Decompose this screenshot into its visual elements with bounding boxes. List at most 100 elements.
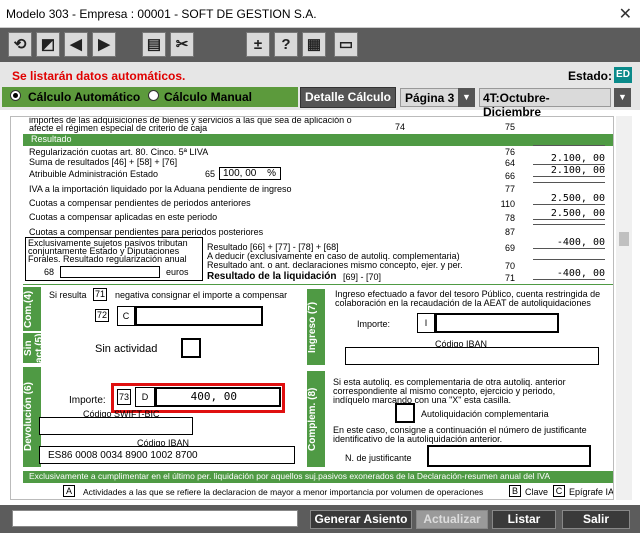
status-field[interactable] xyxy=(12,510,298,527)
complem-tab: Complem. (8) xyxy=(307,371,325,467)
complem-text: identificativo de la autoliquidación ant… xyxy=(333,434,503,444)
calc-mode-bar: Cálculo Automático Cálculo Manual xyxy=(2,87,298,107)
excl-field[interactable] xyxy=(60,266,160,278)
next-icon[interactable]: ▶ xyxy=(92,32,116,57)
box-number: 72 xyxy=(95,309,109,322)
row-value[interactable]: -400, 00 xyxy=(533,268,605,280)
devol-d-label: D xyxy=(135,387,155,407)
importe-label: Importe: xyxy=(69,395,106,406)
box-number: 75 xyxy=(504,122,515,132)
activity-a-label: A xyxy=(63,485,75,497)
estado-label: Estado: xyxy=(568,69,613,83)
ingreso-text: colaboración en la recaudación de la AEA… xyxy=(335,298,591,308)
ingreso-iban-field[interactable] xyxy=(345,347,599,365)
calc-auto-label: Cálculo Automático xyxy=(28,90,141,104)
help-icon[interactable]: ? xyxy=(274,32,298,57)
excl-text: Forales. Resultado regularización anual xyxy=(28,254,187,264)
sinact-tab: Sin act.(5) xyxy=(23,333,45,363)
sinact-label: Sin actividad xyxy=(95,343,158,355)
resultado-header: Resultado xyxy=(23,134,613,146)
row-label: Suma de resultados [46] + [58] + [76] xyxy=(29,157,178,167)
row-value[interactable] xyxy=(533,259,605,260)
box-number: 73 xyxy=(117,389,131,405)
comp-c-label: C xyxy=(117,306,135,326)
calc-auto-radio[interactable] xyxy=(10,90,21,101)
vertical-scrollbar[interactable] xyxy=(616,116,632,500)
comp-tab: Com.(4) xyxy=(23,287,41,331)
row-label: Cuotas a compensar pendientes para perio… xyxy=(29,227,264,237)
box-number: 66 xyxy=(504,171,515,181)
box-number: 70 xyxy=(504,261,515,271)
box-number: 74 xyxy=(394,122,405,132)
row-value[interactable]: 2.500, 00 xyxy=(533,193,605,205)
pct-value: 100, 00 xyxy=(223,168,257,179)
print-icon[interactable]: ▤ xyxy=(142,32,166,57)
justificante-field[interactable] xyxy=(427,445,591,467)
box-number: 68 xyxy=(44,267,55,277)
form-page: importes de las adquisiciones de bienes … xyxy=(10,116,614,500)
calculator-icon[interactable]: ▦ xyxy=(302,32,326,57)
swift-field[interactable] xyxy=(39,417,193,435)
period-select[interactable]: 4T:Octubre-Diciembre xyxy=(479,88,611,119)
row-value[interactable] xyxy=(533,224,605,225)
listar-button[interactable]: Listar xyxy=(492,510,556,529)
comp-text: Si resulta xyxy=(49,290,87,300)
minus-icon[interactable]: ▭ xyxy=(334,32,358,57)
actualizar-button[interactable]: Actualizar xyxy=(416,510,488,529)
divider xyxy=(23,284,613,285)
iban-field[interactable]: ES86 0008 0034 8900 1002 8700 xyxy=(39,446,295,464)
box-number: 87 xyxy=(504,227,515,237)
plus-minus-icon[interactable]: ± xyxy=(246,32,270,57)
window-title: Modelo 303 - Empresa : 00001 - SOFT DE G… xyxy=(6,7,317,21)
activity-text: Actividades a las que se refiere la decl… xyxy=(83,487,484,497)
importe-label: Importe: xyxy=(357,319,391,329)
comp-text: negativa consignar el importe a compensa… xyxy=(115,290,288,300)
calc-manual-radio[interactable] xyxy=(148,90,159,101)
estado-badge: ED xyxy=(614,67,632,83)
row-value[interactable]: -400, 00 xyxy=(533,237,605,249)
box-number: 71 xyxy=(504,273,515,283)
ingreso-i-label: I xyxy=(417,313,435,333)
box-number: 64 xyxy=(504,158,515,168)
salir-button[interactable]: Salir xyxy=(562,510,630,529)
box-number: 69 xyxy=(504,243,515,253)
row-value[interactable] xyxy=(533,145,605,146)
row-value[interactable]: 2.100, 00 xyxy=(533,153,605,165)
euros-label: euros xyxy=(166,267,189,277)
refresh-icon[interactable]: ⟲ xyxy=(8,32,32,57)
scrollbar-thumb[interactable] xyxy=(619,232,629,246)
justificante-label: N. de justificante xyxy=(345,453,412,463)
detalle-calculo-button[interactable]: Detalle Cálculo xyxy=(300,87,396,108)
row-label: Cuotas a compensar aplicadas en este per… xyxy=(29,212,218,222)
complem-checkbox[interactable] xyxy=(395,403,415,423)
sinact-checkbox[interactable] xyxy=(181,338,201,358)
atribuible-pct-field[interactable]: 100, 00% xyxy=(219,167,281,180)
chevron-down-icon[interactable]: ▼ xyxy=(614,88,631,107)
prev-icon[interactable]: ◀ xyxy=(64,32,88,57)
close-icon[interactable]: ✕ xyxy=(619,4,632,24)
box-number: 65 xyxy=(204,169,215,179)
box-number: 110 xyxy=(500,199,515,209)
warning-text: Se listarán datos automáticos. xyxy=(12,69,186,83)
row-value[interactable]: 2.100, 00 xyxy=(533,165,605,177)
activity-b-label: B xyxy=(509,485,521,497)
clear-icon[interactable]: ◩ xyxy=(36,32,60,57)
chevron-down-icon[interactable]: ▼ xyxy=(458,88,475,107)
comp-amount-field[interactable] xyxy=(135,306,263,326)
tools-icon[interactable]: ✂ xyxy=(170,32,194,57)
row-label: Resultado ant. o ant. declaraciones mism… xyxy=(207,260,463,270)
row-value[interactable]: 2.500, 00 xyxy=(533,208,605,220)
form-text: afecte el régimen especial de criterio d… xyxy=(29,123,208,133)
complem-text: indíquelo marcando con una "X" esta casi… xyxy=(333,395,511,405)
title-bar: Modelo 303 - Empresa : 00001 - SOFT DE G… xyxy=(0,0,640,28)
devol-amount-field[interactable]: 400, 00 xyxy=(155,387,281,407)
complem-check-label: Autoliquidación complementaria xyxy=(421,409,549,419)
pct-sign: % xyxy=(267,168,276,179)
ingreso-amount-field[interactable] xyxy=(435,313,559,333)
clave-label: Clave xyxy=(525,487,549,497)
row-value[interactable] xyxy=(533,182,605,183)
epigrafe-label: Epígrafe IAE xyxy=(569,487,614,497)
generar-asiento-button[interactable]: Generar Asiento xyxy=(310,510,412,529)
row-label: Atribuible Administración Estado xyxy=(29,169,159,179)
row-label: Cuotas a compensar pendientes de periodo… xyxy=(29,198,251,208)
